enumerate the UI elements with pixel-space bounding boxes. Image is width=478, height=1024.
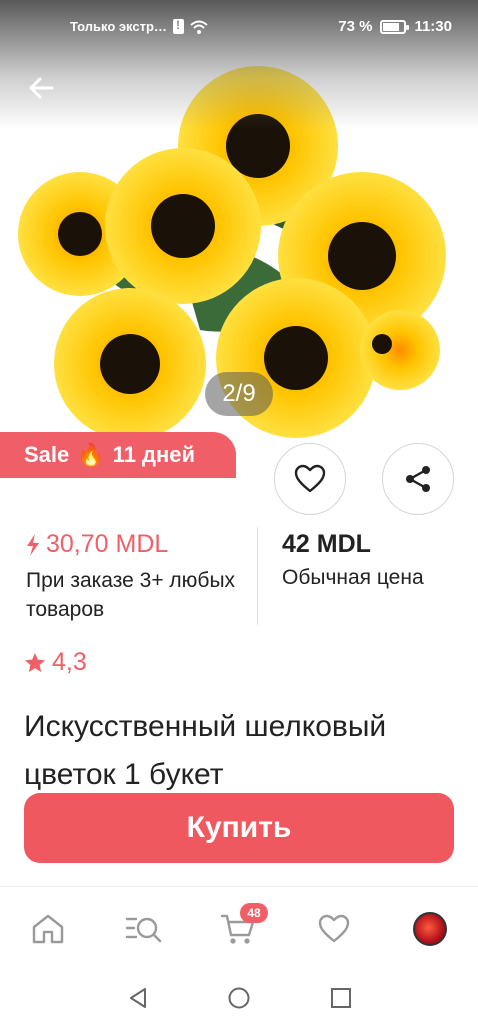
product-title: Искусственный шелковый цветок 1 букет	[24, 710, 387, 791]
nav-favorites[interactable]	[314, 909, 354, 949]
nav-catalog[interactable]	[124, 909, 164, 949]
regular-price-note: Обычная цена	[282, 566, 424, 589]
lightning-icon	[27, 533, 39, 556]
nav-profile[interactable]	[410, 909, 450, 949]
rating-value: 4,3	[52, 648, 87, 676]
status-system: 73 % 11:30	[338, 18, 452, 35]
home-icon	[32, 914, 64, 944]
buy-button[interactable]: Купить	[24, 793, 454, 863]
battery-percent: 73 %	[338, 18, 373, 35]
sale-price-value: 30,70 MDL	[46, 530, 169, 558]
cart-count-badge: 48	[240, 903, 268, 923]
system-back-icon[interactable]	[126, 986, 150, 1010]
bottom-navigation: 48	[0, 886, 478, 974]
heart-icon	[294, 464, 326, 493]
notification-text: Только экстр…	[70, 19, 167, 34]
favorites-icon	[318, 914, 350, 943]
back-button[interactable]	[24, 70, 60, 106]
wifi-icon	[190, 20, 208, 34]
fire-icon: 🔥	[77, 442, 105, 467]
profile-avatar	[413, 912, 447, 946]
star-icon	[25, 652, 45, 672]
regular-price: 42 MDL	[282, 530, 371, 558]
product-rating[interactable]: 4,3	[24, 648, 87, 677]
nav-cart[interactable]: 48	[218, 903, 268, 949]
gallery-page-counter: 2/9	[205, 372, 273, 416]
sale-duration: 11 дней	[112, 442, 196, 467]
system-home-icon[interactable]	[227, 986, 251, 1010]
clock: 11:30	[414, 18, 452, 35]
system-navigation-bar	[0, 974, 478, 1024]
product-gallery[interactable]: 2/9	[0, 0, 478, 440]
system-recents-icon[interactable]	[329, 986, 353, 1010]
sale-badge: Sale 🔥 11 дней	[0, 432, 236, 478]
alert-icon	[172, 18, 184, 34]
catalog-search-icon	[125, 917, 162, 943]
favorite-button[interactable]	[274, 443, 346, 515]
share-button[interactable]	[382, 443, 454, 515]
status-notifications: Только экстр…	[70, 18, 208, 34]
battery-icon	[380, 19, 410, 34]
status-bar: Только экстр… 73 % 11:30	[0, 0, 478, 56]
price-divider	[257, 527, 258, 625]
nav-home[interactable]	[28, 909, 68, 949]
share-icon	[406, 466, 430, 492]
arrow-left-icon	[29, 77, 54, 99]
sale-label: Sale	[24, 442, 70, 467]
sale-price: 30,70 MDL	[26, 530, 168, 559]
sale-price-note: При заказе 3+ любых товаров	[26, 569, 236, 621]
